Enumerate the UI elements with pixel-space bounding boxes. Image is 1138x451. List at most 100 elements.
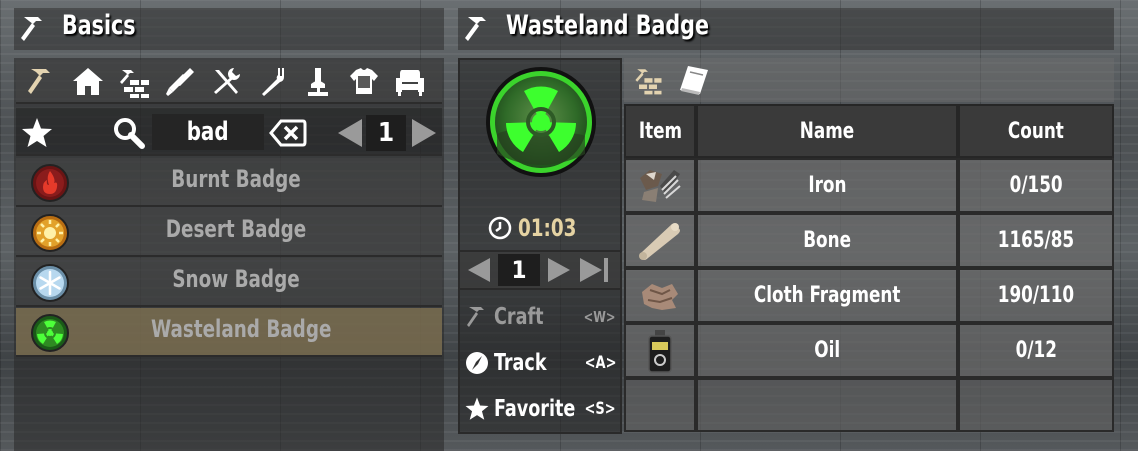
arrow-right-icon <box>548 258 570 282</box>
empty-ingredient-cell <box>624 378 696 432</box>
ingredient-count: 1165/85 <box>997 228 1075 253</box>
iron-scrap-icon <box>640 169 681 202</box>
recipe-name: Snow Badge <box>172 265 300 293</box>
desert-badge-icon <box>31 214 69 252</box>
recipe-row-selected[interactable]: Wasteland Badge <box>16 308 442 357</box>
track-label: Track <box>494 350 547 376</box>
category-tab-furniture[interactable] <box>390 62 430 102</box>
recipe-name: Wasteland Badge <box>151 315 332 343</box>
ingredient-name: Cloth Fragment <box>753 283 901 308</box>
ingredient-name: Iron <box>807 173 847 198</box>
ingredient-name-cell: Oil <box>696 323 958 378</box>
ingredient-icon-cell <box>624 158 696 213</box>
track-compass-icon <box>466 352 488 374</box>
wasteland-badge-large-icon <box>486 67 596 177</box>
recipe-name: Burnt Badge <box>171 165 301 193</box>
page-next-button[interactable] <box>410 117 438 149</box>
quantity-max-button[interactable] <box>578 256 612 284</box>
favorite-button[interactable]: Favorite <S> <box>460 388 620 430</box>
star-icon <box>22 118 52 147</box>
craft-hotkey: <W> <box>584 308 616 326</box>
hammer-icon <box>465 17 486 41</box>
category-tab-resources[interactable] <box>114 62 154 102</box>
favorite-label: Favorite <box>494 396 576 422</box>
hammer-icon <box>467 307 484 327</box>
recipe-row[interactable]: Desert Badge <box>16 208 442 257</box>
backspace-icon <box>269 119 307 147</box>
ingredient-count-cell: 0/12 <box>958 323 1114 378</box>
hammer-icon <box>28 69 50 94</box>
oil-can-icon <box>648 329 672 373</box>
arrow-left-icon <box>468 258 490 282</box>
favorites-filter-button[interactable] <box>20 116 54 150</box>
craft-label: Craft <box>494 304 544 330</box>
tools-icon <box>214 68 240 94</box>
category-tab-food[interactable] <box>252 62 292 102</box>
arrow-left-icon <box>338 119 362 147</box>
empty-ingredient-cell <box>696 378 958 432</box>
page-number-value: 1 <box>377 118 395 148</box>
quantity-value: 1 <box>511 256 527 284</box>
ingredients-tab[interactable] <box>630 62 666 98</box>
ingredient-icon-cell <box>624 213 696 268</box>
ingredient-name-cell: Bone <box>696 213 958 268</box>
category-tab-basics[interactable] <box>22 62 62 102</box>
book-icon <box>680 66 708 95</box>
clock-icon <box>488 216 512 240</box>
fork-icon <box>262 68 284 96</box>
star-icon <box>465 397 489 420</box>
ingredient-name-cell: Iron <box>696 158 958 213</box>
microscope-icon <box>308 68 328 96</box>
chair-icon <box>396 70 424 96</box>
category-tab-building[interactable] <box>68 62 108 102</box>
left-panel-title: Basics <box>62 10 136 41</box>
ingredient-icon-cell <box>624 268 696 323</box>
ingredient-count-cell: 190/110 <box>958 268 1114 323</box>
column-header-count: Count <box>958 104 1114 158</box>
arrow-right-icon <box>412 119 436 147</box>
burnt-badge-icon <box>31 164 69 202</box>
quantity-input[interactable]: 1 <box>498 254 540 286</box>
craft-time-value: 01:03 <box>518 214 577 242</box>
track-hotkey: <A> <box>584 353 616 373</box>
empty-ingredient-cell <box>958 378 1114 432</box>
recipe-row[interactable]: Snow Badge <box>16 258 442 307</box>
building-blocks-icon <box>120 70 149 98</box>
hammer-icon <box>21 17 42 41</box>
house-icon <box>73 68 103 95</box>
category-tab-science[interactable] <box>298 62 338 102</box>
category-tab-ammo[interactable] <box>160 62 200 102</box>
quantity-increase-button[interactable] <box>546 256 572 284</box>
ingredient-count: 0/150 <box>1009 173 1063 198</box>
quantity-decrease-button[interactable] <box>466 256 492 284</box>
category-tab-tools[interactable] <box>206 62 246 102</box>
description-tab[interactable] <box>676 62 712 98</box>
ingredient-count: 0/12 <box>1015 338 1057 363</box>
search-icon <box>114 118 145 149</box>
ingredient-name-cell: Cloth Fragment <box>696 268 958 323</box>
armor-icon <box>350 68 378 94</box>
building-blocks-icon <box>635 69 662 95</box>
ingredient-count-cell: 0/150 <box>958 158 1114 213</box>
search-input-value: bad <box>187 117 229 147</box>
wasteland-badge-icon <box>31 314 69 352</box>
recipe-detail-title: Wasteland Badge <box>506 10 709 41</box>
category-tab-armor[interactable] <box>344 62 384 102</box>
search-input[interactable]: bad <box>152 114 264 150</box>
skip-to-end-icon <box>580 258 608 282</box>
cloth-fragment-icon <box>642 283 678 310</box>
ammo-icon <box>166 68 194 96</box>
track-button[interactable]: Track <A> <box>460 342 620 384</box>
page-prev-button[interactable] <box>336 117 364 149</box>
ingredient-count: 190/110 <box>997 283 1075 308</box>
ingredient-name: Oil <box>814 338 840 363</box>
recipe-name: Desert Badge <box>165 215 307 243</box>
craft-button[interactable]: Craft <W> <box>460 296 620 338</box>
favorite-hotkey: <S> <box>584 399 616 419</box>
snow-badge-icon <box>31 264 69 302</box>
page-number: 1 <box>366 115 406 151</box>
bone-icon <box>639 222 680 260</box>
clear-search-button[interactable] <box>268 116 308 150</box>
recipe-row[interactable]: Burnt Badge <box>16 158 442 207</box>
ingredient-count-cell: 1165/85 <box>958 213 1114 268</box>
